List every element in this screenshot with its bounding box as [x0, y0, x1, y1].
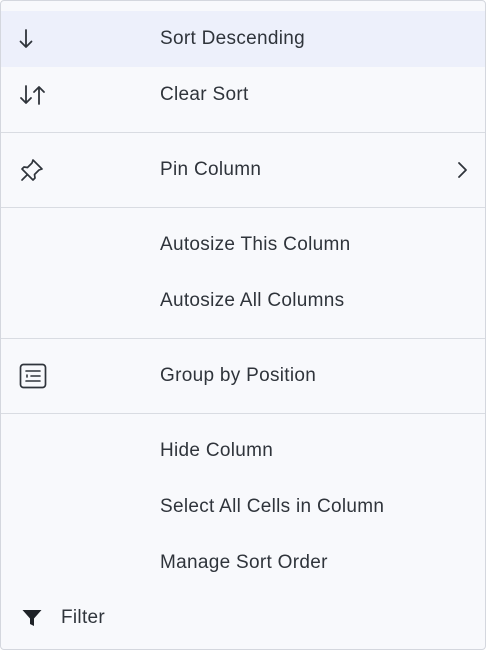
arrow-down-icon	[19, 25, 51, 53]
separator	[1, 413, 485, 414]
pin-column-label: Pin Column	[160, 159, 262, 180]
hide-column-label: Hide Column	[160, 440, 274, 461]
menu-top-padding	[1, 1, 485, 11]
pin-column-item[interactable]: Pin Column	[1, 142, 485, 198]
sort-arrows-icon	[19, 81, 51, 109]
group-by-position-item[interactable]: Group by Position	[1, 348, 485, 404]
chevron-right-icon	[455, 161, 469, 179]
filter-icon	[21, 608, 43, 628]
autosize-this-column-item[interactable]: Autosize This Column	[1, 217, 485, 273]
pin-icon	[19, 156, 51, 184]
autosize-all-columns-label: Autosize All Columns	[160, 290, 345, 311]
manage-sort-order-label: Manage Sort Order	[160, 552, 328, 573]
select-all-cells-label: Select All Cells in Column	[160, 496, 385, 517]
select-all-cells-item[interactable]: Select All Cells in Column	[1, 479, 485, 535]
separator	[1, 207, 485, 208]
autosize-this-column-label: Autosize This Column	[160, 234, 351, 255]
column-context-menu: Sort Descending Clear Sort Pin Column Au…	[0, 0, 486, 650]
filter-item[interactable]: Filter	[1, 596, 485, 640]
filter-label: Filter	[61, 607, 106, 628]
hide-column-item[interactable]: Hide Column	[1, 423, 485, 479]
manage-sort-order-item[interactable]: Manage Sort Order	[1, 535, 485, 591]
clear-sort-label: Clear Sort	[160, 84, 249, 105]
group-by-position-label: Group by Position	[160, 365, 317, 386]
separator	[1, 132, 485, 133]
clear-sort-item[interactable]: Clear Sort	[1, 67, 485, 123]
sort-descending-item[interactable]: Sort Descending	[1, 11, 485, 67]
autosize-all-columns-item[interactable]: Autosize All Columns	[1, 273, 485, 329]
group-icon	[19, 362, 51, 390]
separator	[1, 338, 485, 339]
sort-descending-label: Sort Descending	[160, 28, 305, 49]
